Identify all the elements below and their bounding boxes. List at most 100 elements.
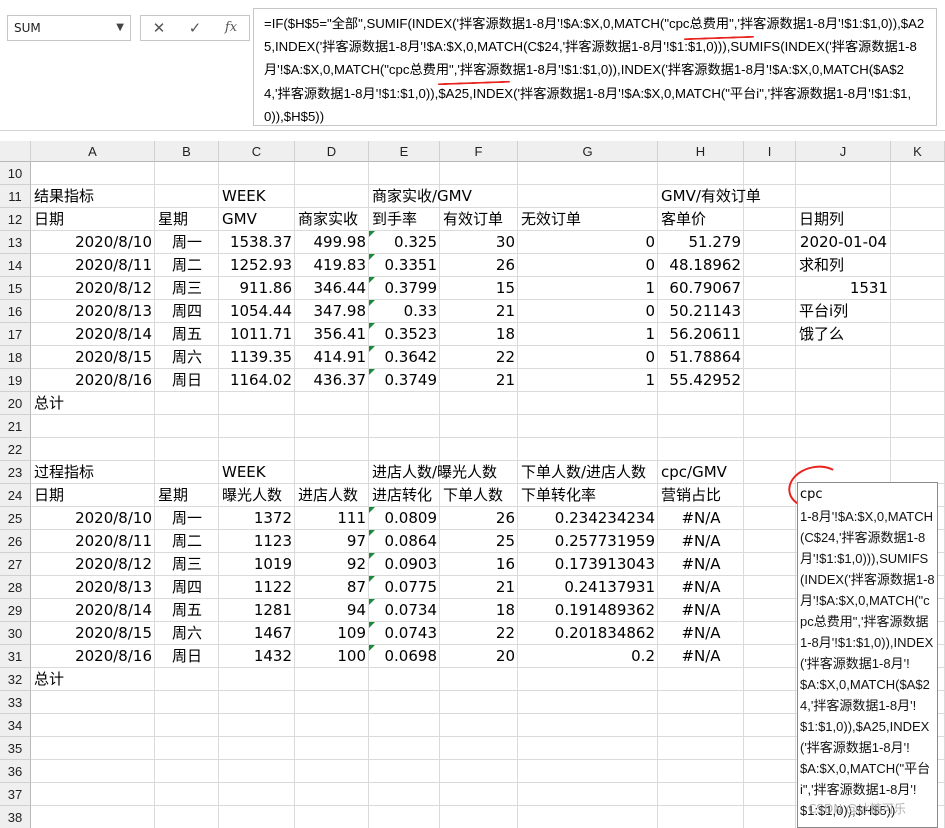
table-cell[interactable]: 2020/8/16 — [31, 645, 155, 667]
table-cell[interactable]: 0.3642 — [369, 346, 440, 368]
table-cell[interactable]: 2020/8/16 — [31, 369, 155, 391]
table-cell[interactable]: 0.257731959 — [518, 530, 658, 552]
table-cell[interactable]: 0.0734 — [369, 599, 440, 621]
table-cell[interactable]: 92 — [295, 553, 369, 575]
table-cell[interactable]: 18 — [440, 323, 518, 345]
row-header-35[interactable]: 35 — [0, 737, 31, 760]
header-ratio[interactable]: 商家实收/GMV — [369, 185, 518, 207]
row-header-36[interactable]: 36 — [0, 760, 31, 783]
table-cell[interactable]: 1372 — [219, 507, 295, 529]
column-header-j[interactable]: J — [796, 141, 891, 162]
table-cell[interactable]: 周二 — [155, 530, 219, 552]
table-cell[interactable]: 2020/8/12 — [31, 553, 155, 575]
table-cell[interactable]: 2020/8/11 — [31, 530, 155, 552]
table-cell[interactable]: 0.33 — [369, 300, 440, 322]
column-header-g[interactable]: G — [518, 141, 658, 162]
header-week[interactable]: WEEK — [219, 185, 295, 207]
table-cell[interactable]: 1252.93 — [219, 254, 295, 276]
table-cell[interactable]: 1123 — [219, 530, 295, 552]
column-label[interactable]: 星期 — [155, 484, 219, 506]
table-cell[interactable]: 0 — [518, 300, 658, 322]
table-cell[interactable]: 周三 — [155, 277, 219, 299]
row-header-33[interactable]: 33 — [0, 691, 31, 714]
row-header-16[interactable]: 16 — [0, 300, 31, 323]
column-header-c[interactable]: C — [219, 141, 295, 162]
row-header-31[interactable]: 31 — [0, 645, 31, 668]
table-cell[interactable]: 0 — [518, 254, 658, 276]
table-cell[interactable]: 周四 — [155, 576, 219, 598]
table-cell[interactable]: 1 — [518, 277, 658, 299]
table-cell[interactable]: 2020/8/14 — [31, 599, 155, 621]
table-cell[interactable]: 97 — [295, 530, 369, 552]
table-cell[interactable]: 87 — [295, 576, 369, 598]
row-header-18[interactable]: 18 — [0, 346, 31, 369]
table-cell[interactable]: 周四 — [155, 300, 219, 322]
insert-function-icon[interactable]: fx — [215, 16, 247, 40]
table-cell[interactable]: 22 — [440, 346, 518, 368]
table-cell[interactable]: #N/A — [658, 622, 744, 644]
table-cell[interactable]: 109 — [295, 622, 369, 644]
table-cell[interactable]: 100 — [295, 645, 369, 667]
table-cell[interactable]: 1467 — [219, 622, 295, 644]
table-cell[interactable]: 2020/8/10 — [31, 507, 155, 529]
table-cell[interactable]: 0.0864 — [369, 530, 440, 552]
table-cell[interactable]: 0.234234234 — [518, 507, 658, 529]
table-cell[interactable]: 0.325 — [369, 231, 440, 253]
cancel-icon[interactable]: ✕ — [143, 16, 175, 40]
column-label[interactable]: 有效订单 — [440, 208, 518, 230]
table-cell[interactable]: 911.86 — [219, 277, 295, 299]
table-cell[interactable]: 2020/8/12 — [31, 277, 155, 299]
chevron-down-icon[interactable]: ▼ — [116, 16, 124, 40]
column-header-d[interactable]: D — [295, 141, 369, 162]
row-header-20[interactable]: 20 — [0, 392, 31, 415]
column-label[interactable]: 到手率 — [369, 208, 440, 230]
table-cell[interactable]: 1054.44 — [219, 300, 295, 322]
table-cell[interactable]: 414.91 — [295, 346, 369, 368]
table-cell[interactable]: 51.279 — [658, 231, 744, 253]
table-cell[interactable]: 0.0775 — [369, 576, 440, 598]
row-header-22[interactable]: 22 — [0, 438, 31, 461]
column-label[interactable]: 日期 — [31, 484, 155, 506]
table-cell[interactable]: 0.3749 — [369, 369, 440, 391]
name-box[interactable]: SUM ▼ — [7, 15, 131, 41]
table-cell[interactable]: 周六 — [155, 622, 219, 644]
table-cell[interactable]: 30 — [440, 231, 518, 253]
total-label[interactable]: 总计 — [31, 668, 155, 690]
row-header-11[interactable]: 11 — [0, 185, 31, 208]
section-title-result[interactable]: 结果指标 — [31, 185, 155, 207]
table-cell[interactable]: 2020/8/14 — [31, 323, 155, 345]
table-cell[interactable]: 347.98 — [295, 300, 369, 322]
row-header-14[interactable]: 14 — [0, 254, 31, 277]
table-cell[interactable]: #N/A — [658, 576, 744, 598]
row-header-12[interactable]: 12 — [0, 208, 31, 231]
header-ratio[interactable]: GMV/有效订单 — [658, 185, 796, 207]
column-label[interactable]: 进店转化 — [369, 484, 440, 506]
table-cell[interactable]: 356.41 — [295, 323, 369, 345]
table-cell[interactable]: 0.0809 — [369, 507, 440, 529]
column-label[interactable]: 进店人数 — [295, 484, 369, 506]
table-cell[interactable]: #N/A — [658, 530, 744, 552]
table-cell[interactable]: 1432 — [219, 645, 295, 667]
table-cell[interactable]: 18 — [440, 599, 518, 621]
section-title-process[interactable]: 过程指标 — [31, 461, 155, 483]
row-header-32[interactable]: 32 — [0, 668, 31, 691]
table-cell[interactable]: 1011.71 — [219, 323, 295, 345]
table-cell[interactable]: 2020/8/11 — [31, 254, 155, 276]
table-cell[interactable]: 21 — [440, 576, 518, 598]
row-header-27[interactable]: 27 — [0, 553, 31, 576]
header-ratio[interactable]: 进店人数/曝光人数 — [369, 461, 518, 483]
table-cell[interactable]: 周一 — [155, 231, 219, 253]
table-cell[interactable]: 0.2 — [518, 645, 658, 667]
table-cell[interactable]: 周六 — [155, 346, 219, 368]
table-cell[interactable]: 周五 — [155, 599, 219, 621]
total-label[interactable]: 总计 — [31, 392, 155, 414]
row-header-21[interactable]: 21 — [0, 415, 31, 438]
table-cell[interactable]: 0.3523 — [369, 323, 440, 345]
table-cell[interactable]: 2020/8/10 — [31, 231, 155, 253]
table-cell[interactable]: 0.191489362 — [518, 599, 658, 621]
cell-comment[interactable]: 1-8月'!$A:$X,0,MATCH(C$24,'拌客源数据1-8月'!$1:… — [797, 482, 938, 828]
table-cell[interactable]: 346.44 — [295, 277, 369, 299]
table-cell[interactable]: 2020/8/13 — [31, 576, 155, 598]
table-cell[interactable]: 1538.37 — [219, 231, 295, 253]
table-cell[interactable]: 1019 — [219, 553, 295, 575]
